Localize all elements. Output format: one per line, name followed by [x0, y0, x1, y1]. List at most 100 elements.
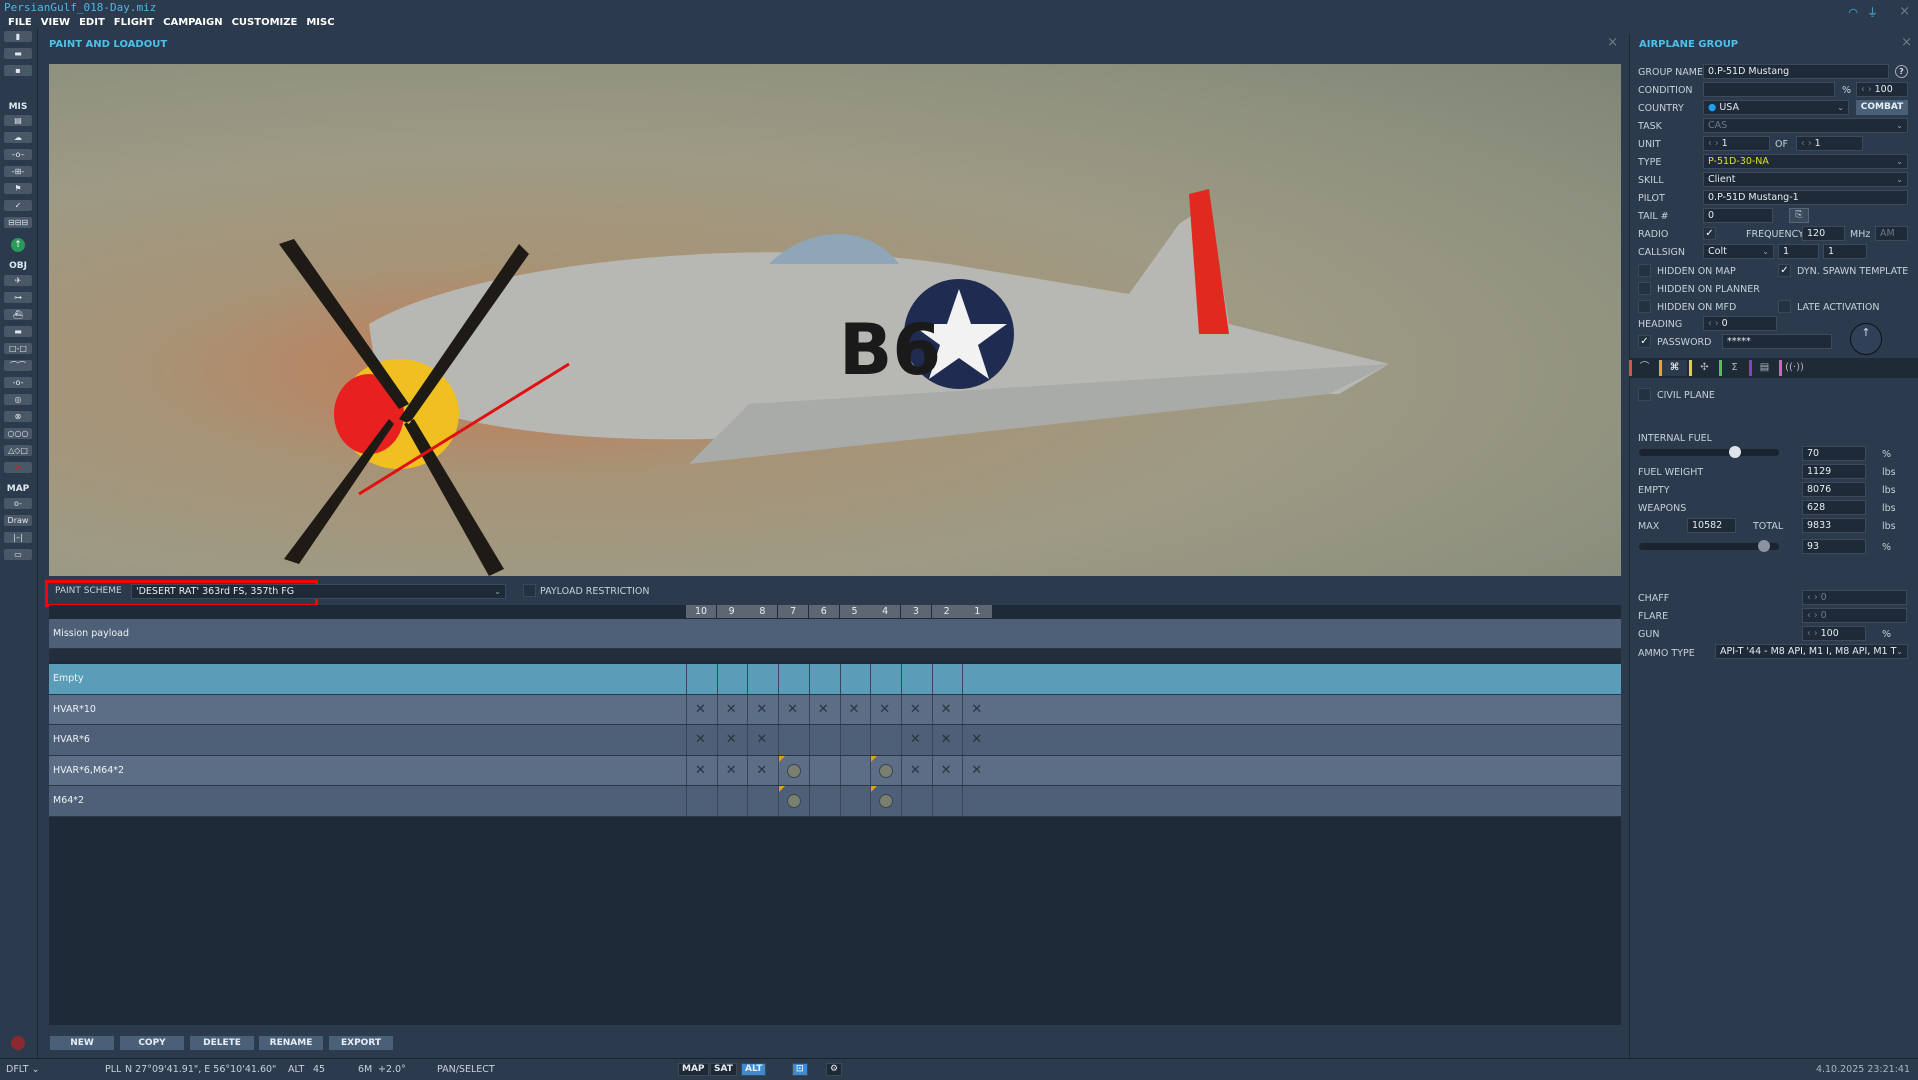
zone-icon[interactable]: -⊞-	[4, 166, 32, 177]
internal-fuel-slider[interactable]	[1639, 446, 1779, 458]
hidden-on-mfd-checkbox[interactable]	[1638, 300, 1651, 313]
loadout-row[interactable]: HVAR*6,M64*2 ✕ ✕ ✕ ✕ ✕ ✕	[49, 755, 1621, 787]
station-cell[interactable]: ✕	[747, 755, 778, 786]
ship-icon[interactable]: ⛴	[4, 309, 32, 320]
station-cell[interactable]	[870, 755, 901, 786]
station-cell[interactable]: ✕	[962, 694, 993, 725]
station-cell[interactable]	[839, 786, 871, 816]
copy-button[interactable]: COPY	[120, 1036, 184, 1050]
station-cell[interactable]: ✕	[686, 694, 717, 725]
callsign-number-1[interactable]: 1	[1778, 244, 1819, 259]
briefing-icon[interactable]: ▤	[4, 115, 32, 126]
station-cell[interactable]	[747, 786, 778, 816]
tank-icon[interactable]: ▬	[4, 326, 32, 337]
help-icon[interactable]: ?	[1895, 65, 1908, 78]
station-cell[interactable]	[931, 664, 963, 694]
station-cell[interactable]: ✕	[900, 755, 932, 786]
waypoint-icon[interactable]: -o-	[4, 377, 32, 388]
radio-tab[interactable]: ((·))	[1779, 360, 1807, 376]
coord-format-label[interactable]: PLL	[105, 1064, 121, 1075]
station-cell[interactable]	[778, 786, 809, 816]
radio-checkbox[interactable]: ✓	[1703, 227, 1716, 240]
cancel-circle-icon[interactable]: ⊗	[4, 411, 32, 422]
menu-customize[interactable]: CUSTOMIZE	[232, 17, 298, 28]
menu-campaign[interactable]: CAMPAIGN	[163, 17, 222, 28]
slider-thumb[interactable]	[1728, 446, 1741, 458]
bridge-icon[interactable]: ⌒⌒	[4, 360, 32, 371]
station-cell[interactable]	[778, 755, 809, 786]
key-icon[interactable]: o-	[4, 498, 32, 509]
station-cell[interactable]	[808, 725, 840, 755]
station-cell[interactable]	[839, 725, 871, 755]
route-tab[interactable]: ⌒	[1629, 360, 1657, 376]
profile-select[interactable]: DFLT ⌄	[6, 1064, 40, 1075]
station-cell[interactable]	[839, 664, 871, 694]
station-cell[interactable]	[808, 664, 840, 694]
loadout-row[interactable]: Empty	[49, 664, 1621, 695]
station-cell[interactable]	[686, 786, 717, 816]
condition-stepper[interactable]: ‹ › 100	[1856, 82, 1908, 97]
type-select[interactable]: P-51D-30-NA ⌄	[1703, 154, 1908, 169]
heading-stepper[interactable]: ‹ › 0	[1703, 316, 1777, 331]
station-cell[interactable]: ✕	[900, 694, 932, 725]
payload-restriction-checkbox[interactable]	[523, 584, 536, 597]
combat-button[interactable]: COMBAT	[1856, 100, 1908, 115]
sat-view-button[interactable]: SAT	[710, 1063, 737, 1076]
fuel-weight-input[interactable]: 1129	[1802, 464, 1866, 479]
record-icon[interactable]	[11, 1036, 25, 1050]
loadout-row[interactable]: HVAR*10 ✕ ✕ ✕ ✕ ✕ ✕ ✕ ✕ ✕ ✕	[49, 694, 1621, 726]
hidden-on-planner-checkbox[interactable]	[1638, 282, 1651, 295]
station-cell[interactable]: ✕	[931, 694, 963, 725]
station-cell[interactable]: ✕	[839, 694, 871, 725]
station-cell[interactable]: ✕	[716, 694, 748, 725]
station-cell[interactable]: ✕	[931, 725, 963, 755]
station-cell[interactable]	[931, 786, 963, 816]
station-cell[interactable]	[900, 664, 932, 694]
weather-icon[interactable]: ☁	[4, 132, 32, 143]
station-cell[interactable]: ✕	[808, 694, 840, 725]
condition-bar[interactable]	[1703, 82, 1835, 97]
station-cell[interactable]: ✕	[962, 755, 993, 786]
station-cell[interactable]	[716, 786, 748, 816]
hidden-on-map-checkbox[interactable]	[1638, 264, 1651, 277]
target-icon[interactable]: ◎	[4, 394, 32, 405]
station-cell[interactable]	[808, 755, 840, 786]
station-cell[interactable]	[839, 755, 871, 786]
station-cell[interactable]: ✕	[686, 725, 717, 755]
menu-edit[interactable]: EDIT	[79, 17, 105, 28]
gun-stepper[interactable]: ‹ › 100	[1802, 626, 1866, 641]
triggered-actions-tab[interactable]: ✣	[1689, 360, 1717, 376]
heading-dial[interactable]: ↑	[1850, 323, 1882, 355]
station-cell[interactable]	[808, 786, 840, 816]
shapes-icon[interactable]: △◇□	[4, 445, 32, 456]
country-select[interactable]: ● USA ⌄	[1703, 100, 1849, 115]
delete-button[interactable]: DELETE	[190, 1036, 254, 1050]
summary-tab[interactable]: Σ	[1719, 360, 1747, 376]
frequency-input[interactable]: 120	[1802, 226, 1845, 241]
internal-fuel-input[interactable]: 70	[1802, 446, 1866, 461]
station-cell[interactable]: ✕	[716, 725, 748, 755]
loadout-row[interactable]: M64*2	[49, 786, 1621, 817]
station-cell[interactable]	[686, 664, 717, 694]
station-cell[interactable]	[716, 664, 748, 694]
helicopter-icon[interactable]: ⊶	[4, 292, 32, 303]
station-cell[interactable]: ✕	[747, 725, 778, 755]
gear-icon[interactable]: ⚙	[826, 1063, 843, 1076]
station-cell[interactable]	[900, 786, 932, 816]
station-cell[interactable]: ✕	[900, 725, 932, 755]
station-cell[interactable]: ✕	[931, 755, 963, 786]
skill-select[interactable]: Client ⌄	[1703, 172, 1908, 187]
callsign-number-2[interactable]: 1	[1823, 244, 1867, 259]
dyn-spawn-checkbox[interactable]: ✓	[1778, 264, 1791, 277]
station-cell[interactable]	[870, 786, 901, 816]
station-cell[interactable]: ✕	[778, 694, 809, 725]
station-cell[interactable]: ✕	[870, 694, 901, 725]
station-cell[interactable]	[962, 664, 993, 694]
station-cell[interactable]	[962, 786, 993, 816]
civil-plane-checkbox[interactable]	[1638, 388, 1651, 401]
menu-view[interactable]: VIEW	[41, 17, 70, 28]
payload-tab[interactable]: ⌘	[1659, 360, 1687, 376]
delete-icon[interactable]: ✕	[4, 462, 32, 473]
export-button[interactable]: EXPORT	[329, 1036, 393, 1050]
copy-tail-icon[interactable]: ⎘	[1789, 208, 1809, 223]
